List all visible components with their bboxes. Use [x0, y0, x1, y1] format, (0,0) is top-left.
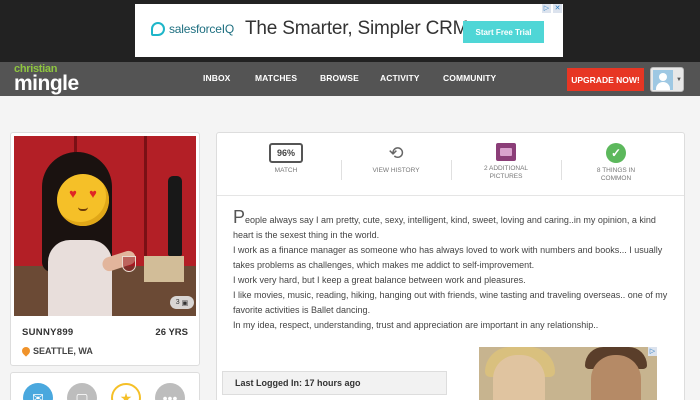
- profile-photo[interactable]: ♥ ♥ 3 ▣: [14, 136, 196, 316]
- view-history-label: VIEW HISTORY: [372, 167, 420, 174]
- profile-location: SEATTLE, WA: [20, 345, 93, 357]
- photos-icon: ▣: [181, 299, 189, 307]
- bio-paragraph: People always say I am pretty, cute, sex…: [233, 207, 656, 240]
- logo-bottom-text: mingle: [14, 72, 79, 95]
- bio-paragraph: In my idea, respect, understanding, trus…: [233, 320, 599, 330]
- salesforce-logo-icon: [151, 22, 165, 36]
- email-icon[interactable]: ✉: [23, 383, 53, 400]
- ad-image[interactable]: ▷: [479, 347, 657, 400]
- location-pin-icon: [20, 345, 32, 357]
- ad-brand-name: salesforceIQ: [169, 22, 234, 36]
- nav-browse[interactable]: BROWSE: [320, 73, 359, 83]
- history-icon: ⟲: [388, 143, 404, 163]
- nav-activity[interactable]: ACTIVITY: [380, 73, 420, 83]
- ad-cta-button[interactable]: Start Free Trial: [463, 21, 544, 43]
- close-icon[interactable]: ✕: [553, 4, 562, 13]
- things-in-common-stat[interactable]: ✓ 8 THINGS IN COMMON: [561, 143, 671, 183]
- avatar-icon: [653, 70, 673, 90]
- bio-dropcap: P: [233, 207, 246, 227]
- bio-paragraph: I work as a finance manager as someone w…: [233, 245, 663, 270]
- additional-pictures-stat[interactable]: 2 ADDITIONAL PICTURES: [451, 143, 561, 181]
- things-in-common-label: 8 THINGS IN COMMON: [596, 167, 636, 182]
- profile-age: 26 YRS: [155, 327, 188, 338]
- upgrade-button[interactable]: UPGRADE NOW!: [567, 68, 644, 91]
- more-icon[interactable]: •••: [155, 383, 185, 400]
- view-history-stat[interactable]: ⟲ VIEW HISTORY: [341, 143, 451, 175]
- check-circle-icon: ✓: [606, 143, 626, 163]
- bio-paragraph: I like movies, music, reading, hiking, h…: [233, 290, 668, 315]
- additional-pictures-label: 2 ADDITIONAL PICTURES: [483, 165, 529, 180]
- adchoices-icon[interactable]: ▷: [648, 347, 657, 356]
- bio-paragraph: I work very hard, but I keep a great bal…: [233, 275, 526, 285]
- profile-bio: People always say I am pretty, cute, sex…: [233, 207, 673, 333]
- profile-card: ♥ ♥ 3 ▣ SUNNY899 26 YRS SEATTLE, WA: [10, 132, 200, 366]
- match-label: MATCH: [274, 167, 298, 174]
- site-logo[interactable]: christian mingle: [14, 64, 79, 95]
- chevron-down-icon: ▼: [676, 77, 682, 83]
- nav-community[interactable]: COMMUNITY: [443, 73, 496, 83]
- heart-eyes-emoji-icon: ♥ ♥: [57, 174, 109, 226]
- ad-brand-logo: salesforceIQ: [151, 22, 234, 36]
- last-logged-in: Last Logged In: 17 hours ago: [222, 371, 447, 395]
- nav-inbox[interactable]: INBOX: [203, 73, 230, 83]
- profile-details: 96% MATCH ⟲ VIEW HISTORY 2 ADDITIONAL PI…: [216, 132, 685, 400]
- pictures-icon: [496, 143, 516, 161]
- match-stat: 96% MATCH: [231, 143, 341, 175]
- chat-icon[interactable]: ▢: [67, 383, 97, 400]
- star-icon[interactable]: ★: [111, 383, 141, 400]
- profile-actions: ✉ ▢ ★ •••: [10, 372, 200, 400]
- ad-banner[interactable]: salesforceIQ The Smarter, Simpler CRM St…: [135, 4, 563, 57]
- profile-username: SUNNY899: [22, 327, 74, 338]
- percent-box-icon: 96%: [269, 143, 303, 163]
- ad-banner-bar: salesforceIQ The Smarter, Simpler CRM St…: [0, 0, 700, 62]
- main-nav: christian mingle INBOX MATCHES BROWSE AC…: [0, 62, 700, 96]
- account-menu-button[interactable]: ▼: [650, 67, 684, 92]
- photo-count: 3: [175, 299, 180, 306]
- profile-location-text: SEATTLE, WA: [33, 346, 93, 356]
- nav-matches[interactable]: MATCHES: [255, 73, 297, 83]
- ad-headline: The Smarter, Simpler CRM: [245, 18, 469, 39]
- adchoices-icon[interactable]: ▷: [542, 4, 551, 13]
- photo-count-badge[interactable]: 3 ▣: [170, 296, 194, 309]
